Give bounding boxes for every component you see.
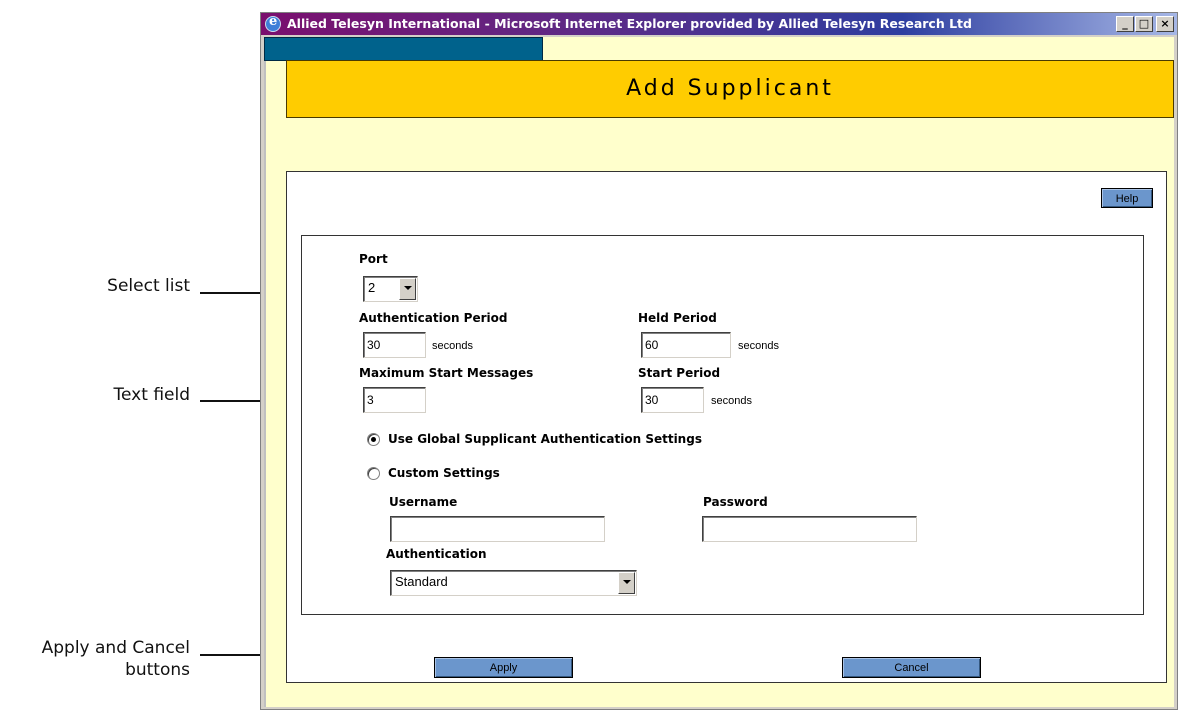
authentication-label: Authentication <box>386 547 487 561</box>
custom-settings-radio[interactable] <box>367 467 380 480</box>
username-field[interactable] <box>390 516 605 542</box>
settings-panel: Port 2 Authentication Period 30 seconds … <box>301 235 1144 615</box>
chevron-down-icon[interactable] <box>618 572 635 594</box>
callout-buttons-line1: Apply and Cancel <box>41 638 190 658</box>
window-titlebar[interactable]: Allied Telesyn International - Microsoft… <box>261 13 1177 35</box>
password-field[interactable] <box>702 516 917 542</box>
max-start-messages-label: Maximum Start Messages <box>359 366 534 380</box>
held-period-label: Held Period <box>638 311 717 325</box>
callout-select-list: Select list <box>107 276 190 296</box>
page-title: Add Supplicant <box>626 76 834 101</box>
start-period-field[interactable]: 30 <box>641 387 704 413</box>
use-global-settings-label: Use Global Supplicant Authentication Set… <box>388 432 702 446</box>
close-button[interactable]: × <box>1156 16 1174 32</box>
chevron-down-icon[interactable] <box>399 278 416 300</box>
maximize-button[interactable]: □ <box>1135 16 1153 32</box>
port-label: Port <box>359 252 388 266</box>
custom-settings-label: Custom Settings <box>388 466 500 480</box>
callout-text-field: Text field <box>113 385 190 405</box>
callout-buttons-line2: buttons <box>125 660 190 680</box>
password-label: Password <box>703 495 768 509</box>
form-container: Help Port 2 Authentication Period 30 sec… <box>286 171 1167 683</box>
header-tab-bar <box>264 37 543 61</box>
minimize-button[interactable]: _ <box>1116 16 1134 32</box>
cancel-button[interactable]: Cancel <box>842 657 981 678</box>
apply-button[interactable]: Apply <box>434 657 573 678</box>
window-controls: _ □ × <box>1116 16 1174 32</box>
use-global-settings-radio[interactable] <box>367 433 380 446</box>
page-header: Add Supplicant <box>286 60 1174 118</box>
help-button[interactable]: Help <box>1101 188 1153 208</box>
authentication-select-value: Standard <box>395 574 448 589</box>
held-period-unit: seconds <box>738 340 779 352</box>
port-select[interactable]: 2 <box>363 276 418 302</box>
username-label: Username <box>389 495 458 509</box>
browser-window: Allied Telesyn International - Microsoft… <box>260 12 1178 710</box>
port-select-value: 2 <box>368 280 376 295</box>
authentication-select[interactable]: Standard <box>390 570 637 596</box>
held-period-field[interactable]: 60 <box>641 332 731 358</box>
callout-buttons: Apply and Cancel buttons <box>0 637 190 681</box>
internet-explorer-icon <box>265 14 281 32</box>
auth-period-field[interactable]: 30 <box>363 332 426 358</box>
max-start-messages-field[interactable]: 3 <box>363 387 426 413</box>
window-title: Allied Telesyn International - Microsoft… <box>287 16 972 31</box>
start-period-label: Start Period <box>638 366 721 380</box>
auth-period-label: Authentication Period <box>359 311 508 325</box>
auth-period-unit: seconds <box>432 340 473 352</box>
start-period-unit: seconds <box>711 395 752 407</box>
